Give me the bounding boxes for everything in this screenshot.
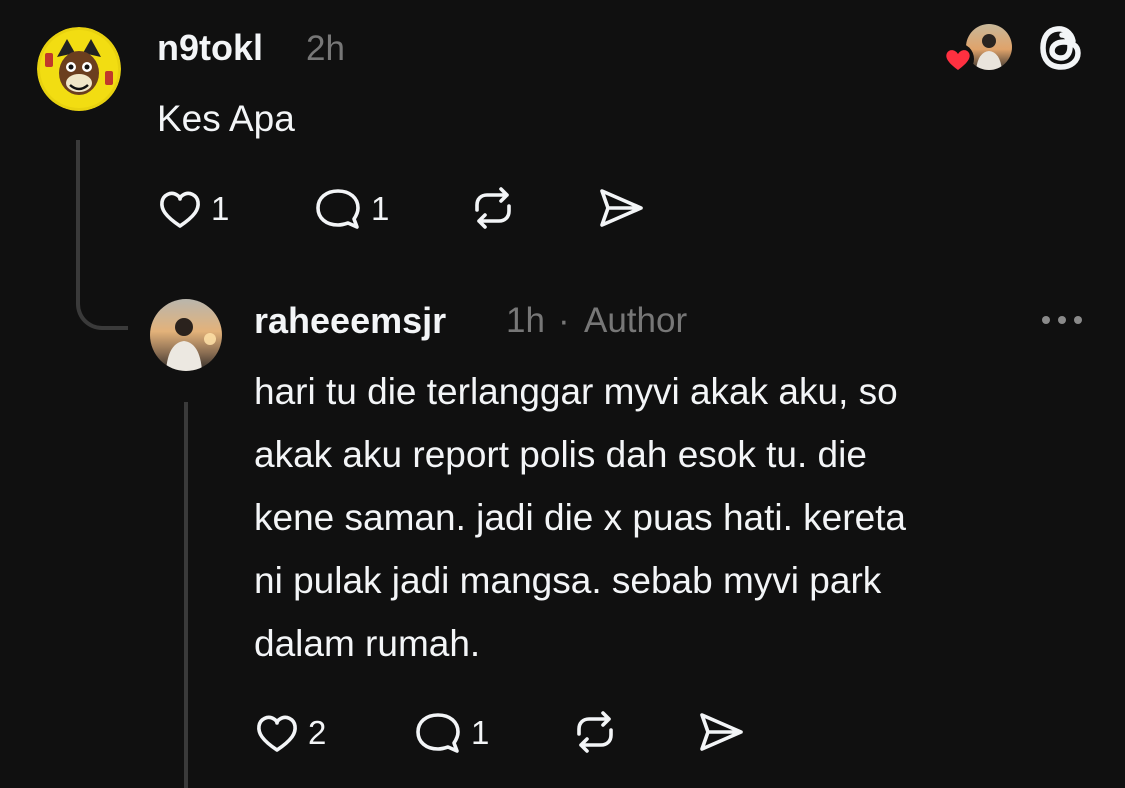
first-post-like-button[interactable]: 1 [157,188,229,230]
thread-line-reply [184,402,188,788]
heart-badge-icon [942,43,974,75]
thread-line-top [76,140,80,280]
reply-post-like-count: 2 [308,714,327,751]
avatar-cartoon-icon [37,27,121,111]
reply-post-reply-button[interactable]: 1 [413,710,489,756]
repost-icon[interactable] [468,185,518,231]
reply-post-like-button[interactable]: 2 [254,712,326,754]
comment-icon [416,713,460,753]
share-icon[interactable] [696,710,746,754]
author-badge: Author [584,301,688,340]
raheeemsjr-avatar[interactable] [150,299,222,371]
first-post-text: Kes Apa [157,98,295,139]
reply-post-text-line-3: kene saman. jadi die x puas hati. kereta [254,497,906,538]
heart-outline-icon [257,715,297,752]
reply-post-reply-count: 1 [471,714,490,751]
n9tokl-username[interactable]: n9tokl [157,30,263,66]
reply-post-text-line-1: hari tu die terlanggar myvi akak aku, so [254,371,898,412]
more-options-button[interactable] [1042,316,1082,324]
comment-icon [316,189,360,229]
first-post-reply-count: 1 [371,190,390,227]
reply-post-text-line-5: dalam rumah. [254,623,481,664]
first-post-timestamp: 2h [306,29,345,68]
meta-separator: · [558,301,570,340]
first-post-like-count: 1 [211,190,230,227]
reply-post-text-line-4: ni pulak jadi mangsa. sebab myvi park [254,560,882,601]
threads-conversation: n9tokl 2h Kes Apa 1 1 raheeemsjr 1h · Au… [0,0,1125,788]
repost-icon[interactable] [570,709,620,755]
more-dot [1074,316,1082,324]
first-post-reply-button[interactable]: 1 [313,186,389,232]
avatar-photo-icon [150,299,222,371]
n9tokl-avatar[interactable] [37,27,121,111]
raheeemsjr-username[interactable]: raheeemsjr [254,303,446,339]
more-dot [1042,316,1050,324]
reply-post-text-line-2: akak aku report polis dah esok tu. die [254,434,867,475]
share-icon[interactable] [596,186,646,230]
heart-outline-icon [160,191,200,228]
thread-elbow [76,272,128,330]
more-dot [1058,316,1066,324]
reply-post-timestamp: 1h [506,301,545,340]
threads-logo-icon[interactable] [1036,22,1088,74]
liked-by-indicator[interactable] [940,20,1014,75]
